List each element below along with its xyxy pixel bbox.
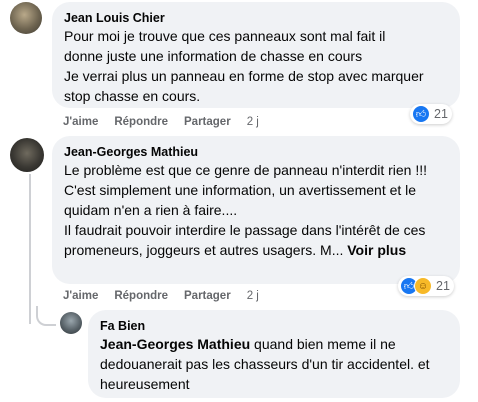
mention-link[interactable]: Jean-Georges Mathieu [100,336,250,352]
see-more-link[interactable]: Voir plus [347,242,406,258]
reply-author[interactable]: Fa Bien [100,318,448,334]
reaction-count: 21 [436,279,450,293]
reply-button[interactable]: Répondre [114,290,168,302]
reply-text-block: Jean-Georges Mathieu quand bien meme il … [100,334,440,394]
like-button[interactable]: J'aime [63,290,98,302]
thread-line [29,174,31,324]
share-button[interactable]: Partager [184,290,231,302]
reaction-summary[interactable]: 👍︎ 21 [410,104,452,124]
like-icon: 👍︎ [412,105,430,123]
reply-bubble: Fa Bien Jean-Georges Mathieu quand bien … [88,310,460,398]
comment-author[interactable]: Jean-Georges Mathieu [64,144,448,160]
timestamp[interactable]: 2 j [247,290,259,302]
share-button[interactable]: Partager [184,116,231,128]
comment-actions: J'aime Répondre Partager 2 j [63,288,259,304]
reaction-summary[interactable]: 👍︎ ☺ 21 [398,276,454,296]
avatar[interactable] [10,138,44,172]
comment-text: Pour moi je trouve que ces panneaux sont… [64,28,424,104]
comment-author[interactable]: Jean Louis Chier [64,10,448,26]
avatar[interactable] [10,2,42,34]
reaction-count: 21 [434,107,448,121]
avatar[interactable] [60,312,82,334]
comment-bubble: Jean-Georges Mathieu Le problème est que… [52,136,460,284]
like-button[interactable]: J'aime [63,116,98,128]
reply-button[interactable]: Répondre [114,116,168,128]
comment-actions: J'aime Répondre Partager 2 j [63,114,259,130]
comment-text-block: Le problème est que ce genre de panneau … [64,160,446,260]
timestamp[interactable]: 2 j [247,116,259,128]
thread-connector [36,306,56,326]
haha-icon: ☺ [414,277,432,295]
comment-bubble: Jean Louis Chier Pour moi je trouve que … [52,2,460,108]
